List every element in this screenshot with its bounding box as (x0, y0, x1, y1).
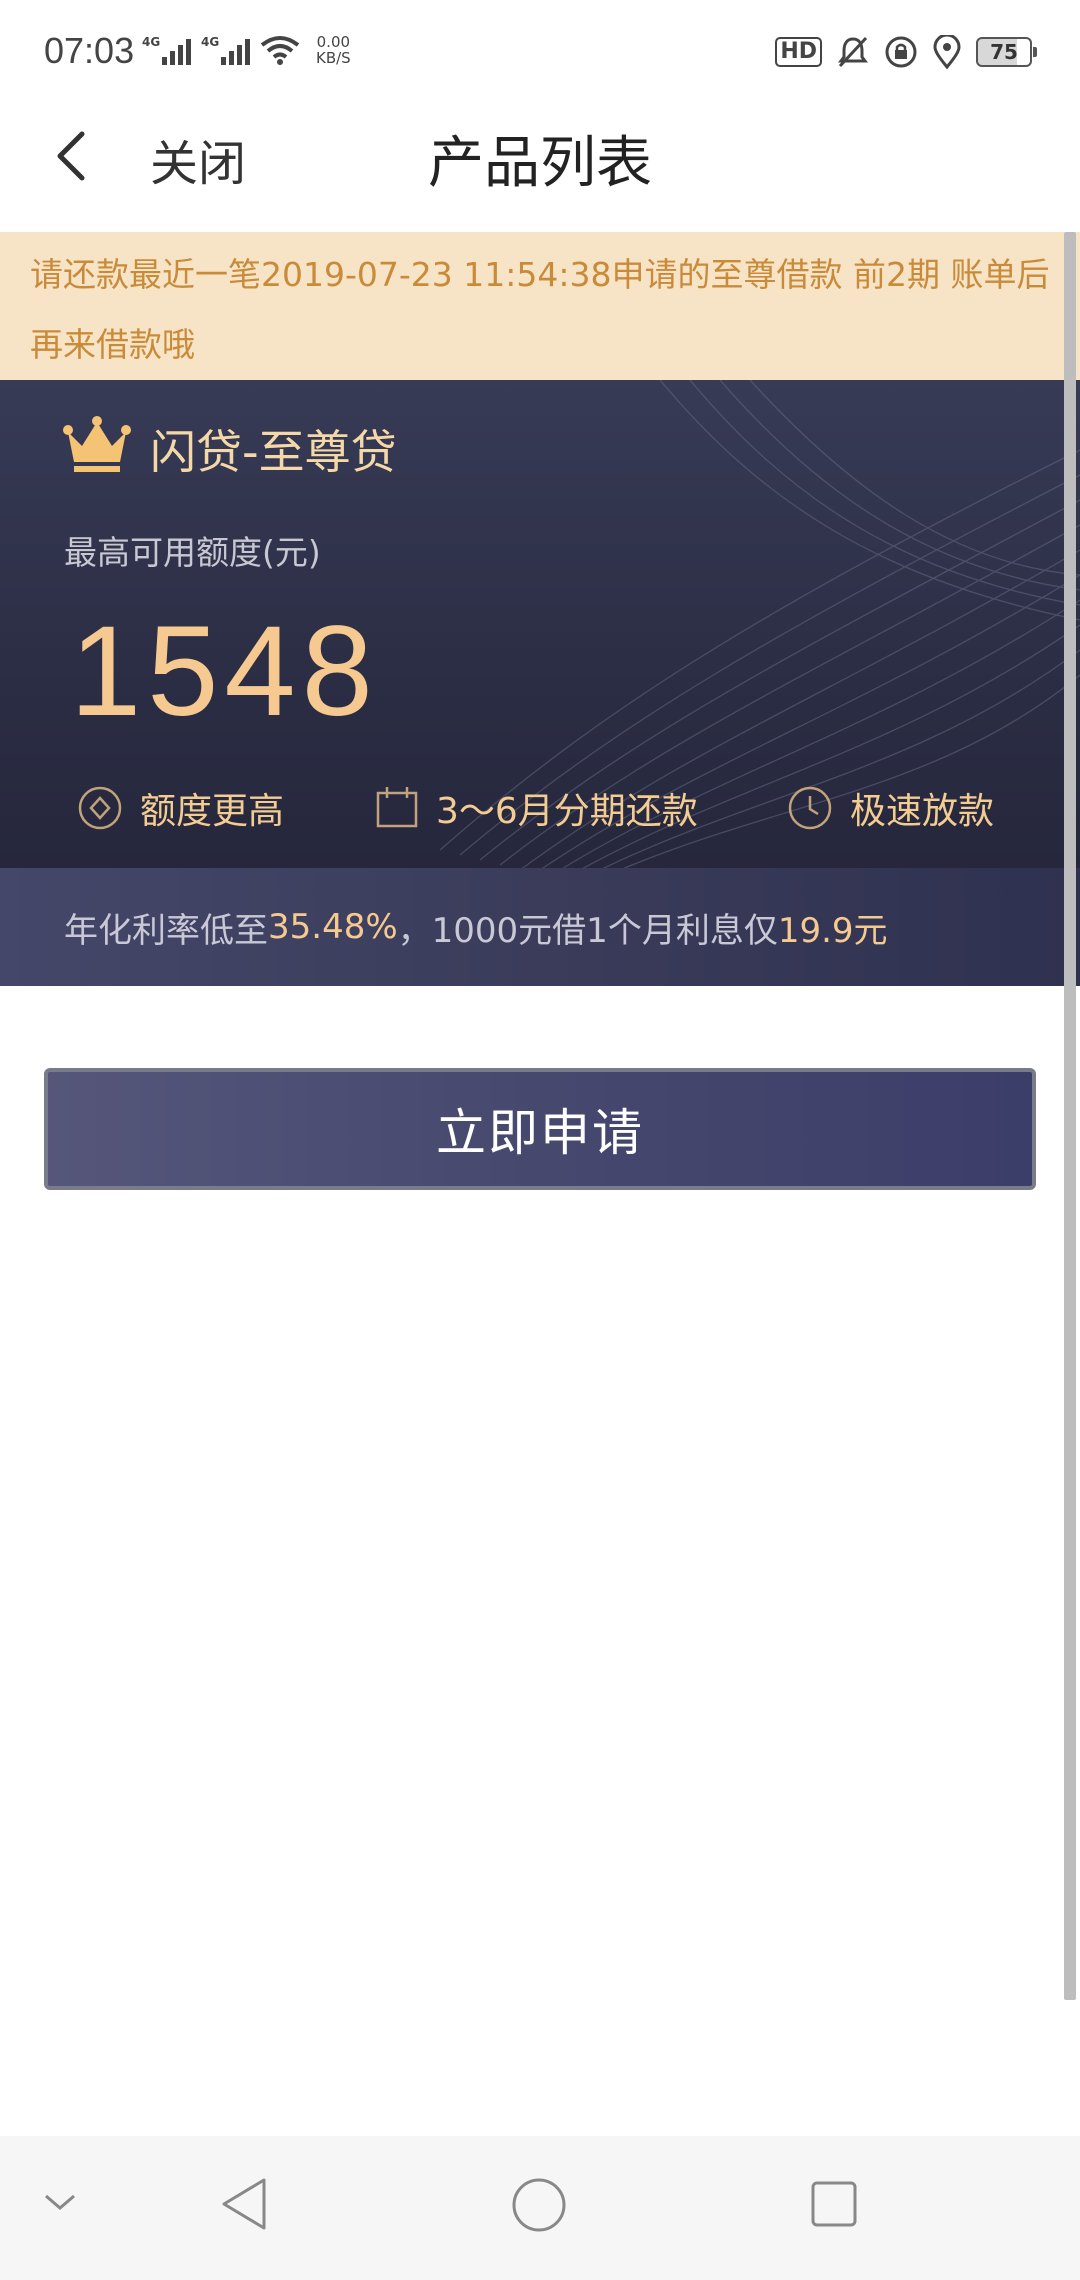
feature-item: 额度更高 (76, 782, 284, 834)
feature-list: 额度更高 3～6月分期还款 极速放款 (0, 770, 1080, 870)
rate-prefix: 年化利率低至 (64, 910, 268, 951)
status-right-icons: HD 75 (775, 32, 1037, 72)
rate-middle: ，1000元借1个月利息仅 (397, 910, 778, 951)
status-time: 07:03 (44, 30, 135, 71)
location-icon (933, 35, 961, 69)
interest-rate-info: 年化利率低至 35.48% ，1000元借1个月利息仅 19.9元 (0, 868, 1080, 986)
net-speed-unit: KB/S (316, 49, 351, 67)
nav-recents-icon[interactable] (810, 2180, 858, 2228)
hd-icon: HD (775, 37, 822, 67)
collapse-chevron-icon[interactable] (42, 2190, 78, 2214)
system-nav-bar (0, 2136, 1080, 2280)
nav-home-icon[interactable] (510, 2176, 568, 2234)
signal-icon: 4G (201, 35, 250, 65)
mute-bell-icon (838, 36, 868, 68)
nav-back-icon[interactable] (218, 2176, 270, 2232)
product-card[interactable]: 闪贷-至尊贷 最高可用额度(元) 1548 额度更高 3～6月分期还款 极速放款 (0, 380, 1080, 986)
repayment-notice: 请还款最近一笔2019-07-23 11:54:38申请的至尊借款 前2期 账单… (0, 232, 1080, 380)
feature-label: 极速放款 (850, 791, 995, 832)
net-speed-value: 0.00 (316, 33, 351, 51)
interest-value: 19.9元 (777, 910, 888, 951)
sim2-label: 4G (201, 35, 220, 49)
feature-item: 3～6月分期还款 (374, 782, 698, 834)
rate-value: 35.48% (268, 907, 398, 947)
lock-rotation-icon (885, 36, 917, 68)
feature-label: 3～6月分期还款 (436, 791, 698, 832)
clock-icon (788, 786, 832, 830)
feature-label: 额度更高 (140, 791, 285, 832)
feature-item: 极速放款 (786, 782, 994, 834)
net-speed: 0.00 KB/S (316, 34, 351, 66)
status-bar: 07:03 4G 4G 0.00 KB/S HD 75 (0, 0, 1080, 110)
limit-label: 最高可用额度(元) (64, 533, 321, 572)
signal-icon: 4G (142, 35, 191, 65)
status-network-icons: 4G 4G 0.00 KB/S (142, 30, 351, 70)
battery-icon: 75 (976, 37, 1037, 67)
apply-now-button[interactable]: 立即申请 (44, 1068, 1036, 1190)
close-button[interactable]: 关闭 (150, 124, 246, 194)
crown-icon (63, 416, 131, 472)
credit-amount: 1548 (70, 600, 379, 743)
page-title: 产品列表 (428, 131, 652, 196)
scrollbar[interactable] (1064, 232, 1076, 2000)
sim1-label: 4G (142, 35, 161, 49)
wifi-icon (260, 36, 300, 65)
product-name: 闪贷-至尊贷 (150, 425, 397, 479)
calendar-icon (376, 787, 418, 828)
back-arrow-icon[interactable] (44, 128, 100, 184)
diamond-coin-icon (78, 786, 122, 830)
